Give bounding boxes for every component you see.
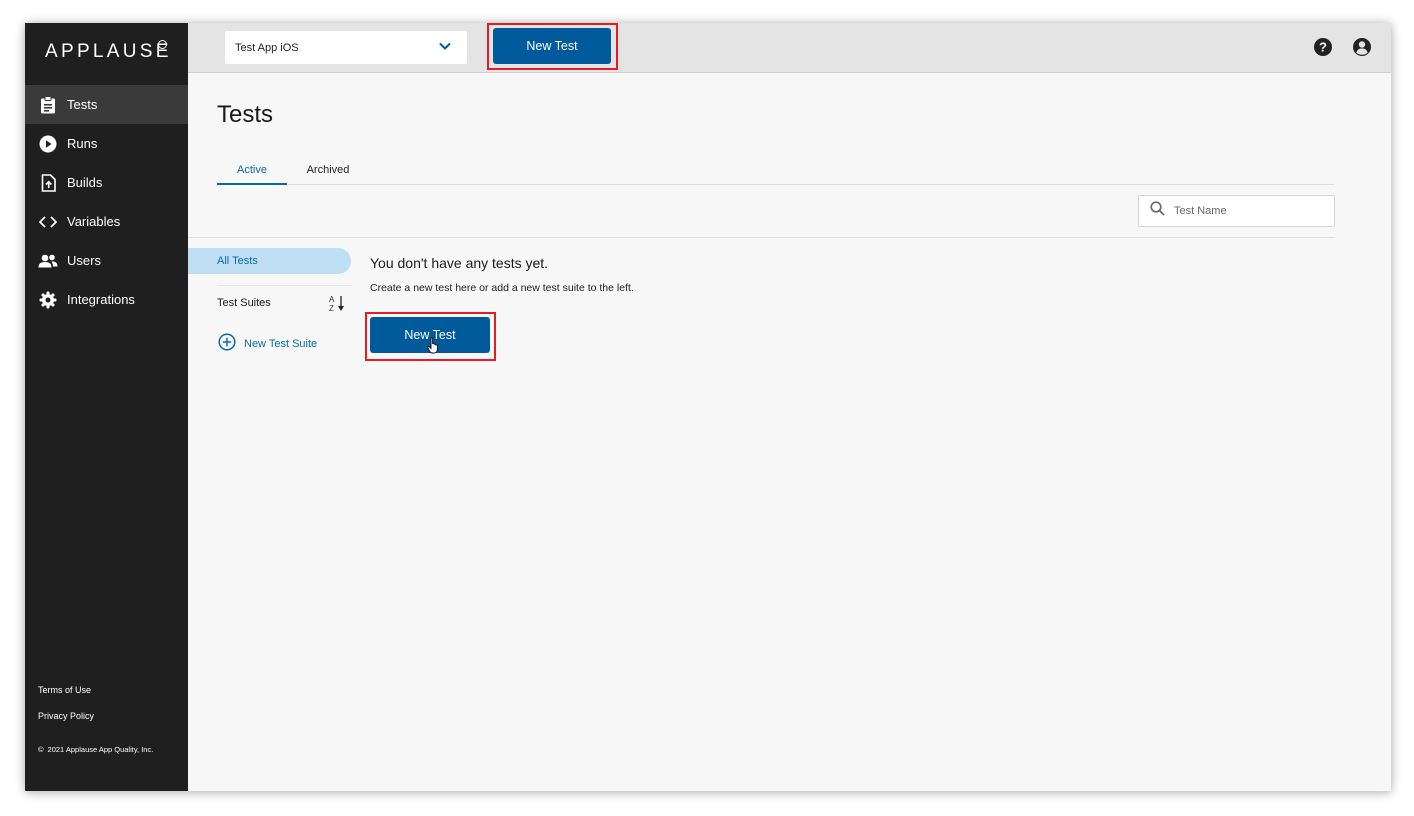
content-divider: [188, 237, 1335, 238]
code-brackets-icon: [38, 212, 58, 232]
play-circle-icon: [38, 134, 58, 154]
sidebar-item-builds[interactable]: Builds: [25, 163, 188, 202]
page-title: Tests: [217, 101, 274, 128]
svg-text:A: A: [329, 295, 335, 304]
tab-archived[interactable]: Archived: [297, 159, 359, 185]
app-selector-dropdown[interactable]: Test App iOS: [225, 31, 467, 64]
tab-active[interactable]: Active: [217, 159, 287, 185]
sidebar-item-label: Builds: [67, 175, 103, 190]
svg-text:?: ?: [1319, 40, 1327, 55]
top-bar: Test App iOS New Test ?: [188, 23, 1391, 73]
test-suites-label: Test Suites: [217, 297, 271, 309]
gear-icon: [38, 290, 58, 310]
search-icon: [1150, 201, 1165, 221]
sidebar-item-label: Tests: [67, 97, 98, 112]
account-icon[interactable]: [1352, 37, 1372, 57]
svg-text:Z: Z: [329, 304, 334, 313]
hand-cursor-icon: [427, 337, 441, 359]
empty-state-subtitle: Create a new test here or add a new test…: [370, 282, 634, 294]
privacy-policy-link[interactable]: Privacy Policy: [38, 711, 94, 721]
copyright-symbol-icon: ©: [38, 745, 44, 754]
new-test-button-header[interactable]: New Test: [493, 28, 611, 64]
suite-list-divider: [217, 285, 352, 286]
sidebar-item-users[interactable]: Users: [25, 241, 188, 280]
help-icon[interactable]: ?: [1313, 37, 1333, 57]
sidebar-item-label: Users: [67, 253, 101, 268]
clipboard-icon: [38, 95, 58, 115]
sidebar-item-integrations[interactable]: Integrations: [25, 280, 188, 319]
copyright-notice: © 2021 Applause App Quality, Inc.: [38, 745, 153, 754]
copyright-text: 2021 Applause App Quality, Inc.: [47, 745, 154, 754]
test-name-search-input[interactable]: [1174, 205, 1324, 217]
sidebar-item-label: Integrations: [67, 292, 135, 307]
sidebar-item-variables[interactable]: Variables: [25, 202, 188, 241]
sidebar-item-label: Variables: [67, 214, 121, 229]
all-tests-item[interactable]: All Tests: [188, 248, 351, 274]
new-test-suite-label: New Test Suite: [244, 337, 318, 350]
new-test-suite-link[interactable]: New Test Suite: [218, 333, 317, 354]
plus-circle-icon: [218, 333, 236, 354]
sidebar-nav: Tests Runs Builds Variables Users Integr…: [25, 85, 188, 319]
sidebar-item-tests[interactable]: Tests: [25, 85, 188, 124]
users-icon: [38, 251, 58, 271]
empty-state-title: You don't have any tests yet.: [370, 255, 549, 271]
sidebar-item-runs[interactable]: Runs: [25, 124, 188, 163]
app-window: APPLAUSE Tests Runs Builds Variables Use…: [25, 23, 1391, 791]
app-selector-value: Test App iOS: [235, 41, 299, 54]
file-upload-icon: [38, 173, 58, 193]
sidebar-item-label: Runs: [67, 136, 98, 151]
search-box: [1138, 195, 1335, 227]
sidebar: APPLAUSE Tests Runs Builds Variables Use…: [25, 23, 188, 791]
sort-alphabetical-icon[interactable]: AZ: [329, 295, 345, 313]
tab-bar: Active Archived: [217, 159, 1334, 185]
chevron-down-icon: [439, 41, 451, 53]
terms-of-use-link[interactable]: Terms of Use: [38, 685, 91, 695]
logo-ring-mark: [158, 40, 167, 49]
applause-logo: APPLAUSE: [45, 41, 172, 62]
